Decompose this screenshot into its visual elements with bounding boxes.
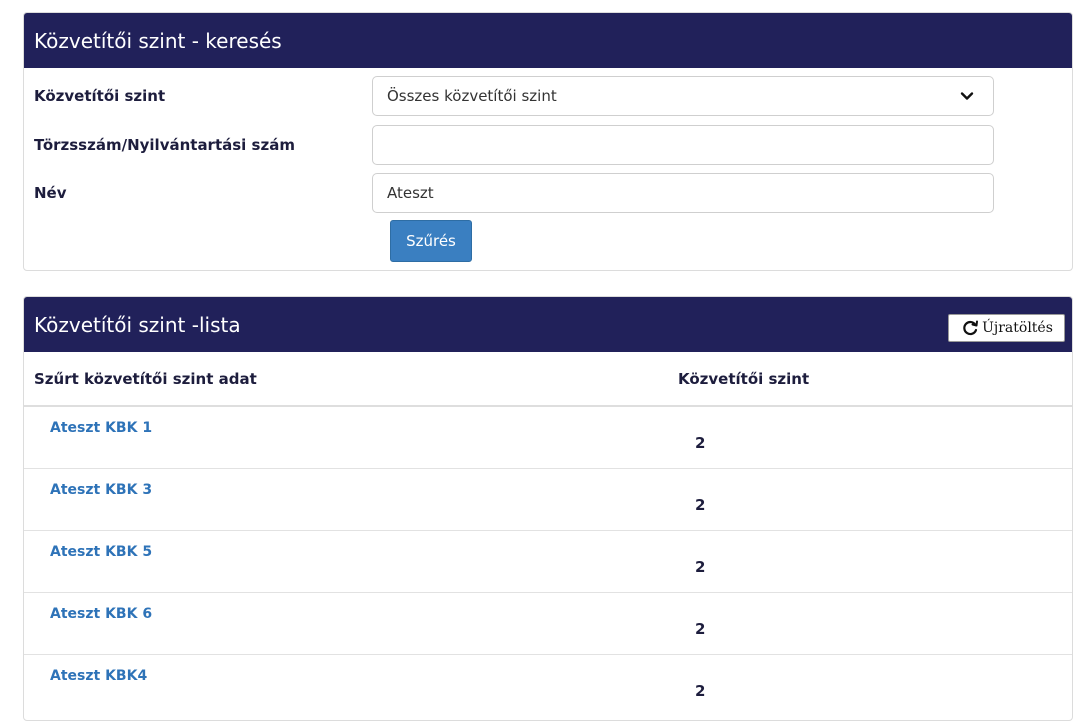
table-row: Ateszt KBK 5 2 [24, 531, 1072, 593]
column-header-name: Szűrt közvetítői szint adat [34, 369, 257, 388]
search-panel: Közvetítői szint - keresés Közvetítői sz… [23, 12, 1073, 271]
table-header: Szűrt közvetítői szint adat Közvetítői s… [24, 352, 1072, 407]
level-row: Közvetítői szint Összes közvetítői szint [24, 76, 1072, 116]
name-row: Név Ateszt [24, 173, 1072, 213]
level-select-value: Összes közvetítői szint [387, 87, 557, 105]
row-name-link[interactable]: Ateszt KBK4 [50, 668, 147, 684]
table-row: Ateszt KBK 6 2 [24, 593, 1072, 655]
row-level: 2 [695, 620, 706, 638]
list-panel-header: Közvetítői szint -lista Újratöltés [24, 297, 1072, 352]
reload-button[interactable]: Újratöltés [948, 314, 1065, 342]
name-input-value: Ateszt [387, 184, 434, 202]
column-header-level: Közvetítői szint [678, 369, 810, 388]
row-level: 2 [695, 682, 706, 700]
refresh-icon [963, 320, 979, 336]
list-panel: Közvetítői szint -lista Újratöltés Szűrt… [23, 296, 1073, 721]
row-level: 2 [695, 496, 706, 514]
reg-row: Törzsszám/Nyilvántartási szám [24, 125, 1072, 165]
row-name-link[interactable]: Ateszt KBK 1 [50, 420, 152, 436]
row-level: 2 [695, 434, 706, 452]
filter-button[interactable]: Szűrés [390, 220, 472, 262]
reg-label: Törzsszám/Nyilvántartási szám [34, 136, 295, 154]
level-select[interactable]: Összes közvetítői szint [372, 76, 994, 116]
name-label: Név [34, 184, 67, 202]
reg-number-input[interactable] [372, 125, 994, 165]
search-panel-header: Közvetítői szint - keresés [24, 13, 1072, 68]
row-name-link[interactable]: Ateszt KBK 5 [50, 544, 152, 560]
row-name-link[interactable]: Ateszt KBK 6 [50, 606, 152, 622]
reload-button-label: Újratöltés [982, 320, 1053, 336]
search-panel-title: Közvetítői szint - keresés [34, 28, 282, 53]
name-input[interactable]: Ateszt [372, 173, 994, 213]
level-label: Közvetítői szint [34, 87, 166, 105]
list-panel-title: Közvetítői szint -lista [34, 312, 241, 337]
row-level: 2 [695, 558, 706, 576]
table-row: Ateszt KBK 1 2 [24, 407, 1072, 469]
row-name-link[interactable]: Ateszt KBK 3 [50, 482, 152, 498]
table-body: Ateszt KBK 1 2 Ateszt KBK 3 2 Ateszt KBK… [24, 407, 1072, 717]
table-row: Ateszt KBK4 2 [24, 655, 1072, 717]
chevron-down-icon [960, 92, 974, 100]
table-row: Ateszt KBK 3 2 [24, 469, 1072, 531]
